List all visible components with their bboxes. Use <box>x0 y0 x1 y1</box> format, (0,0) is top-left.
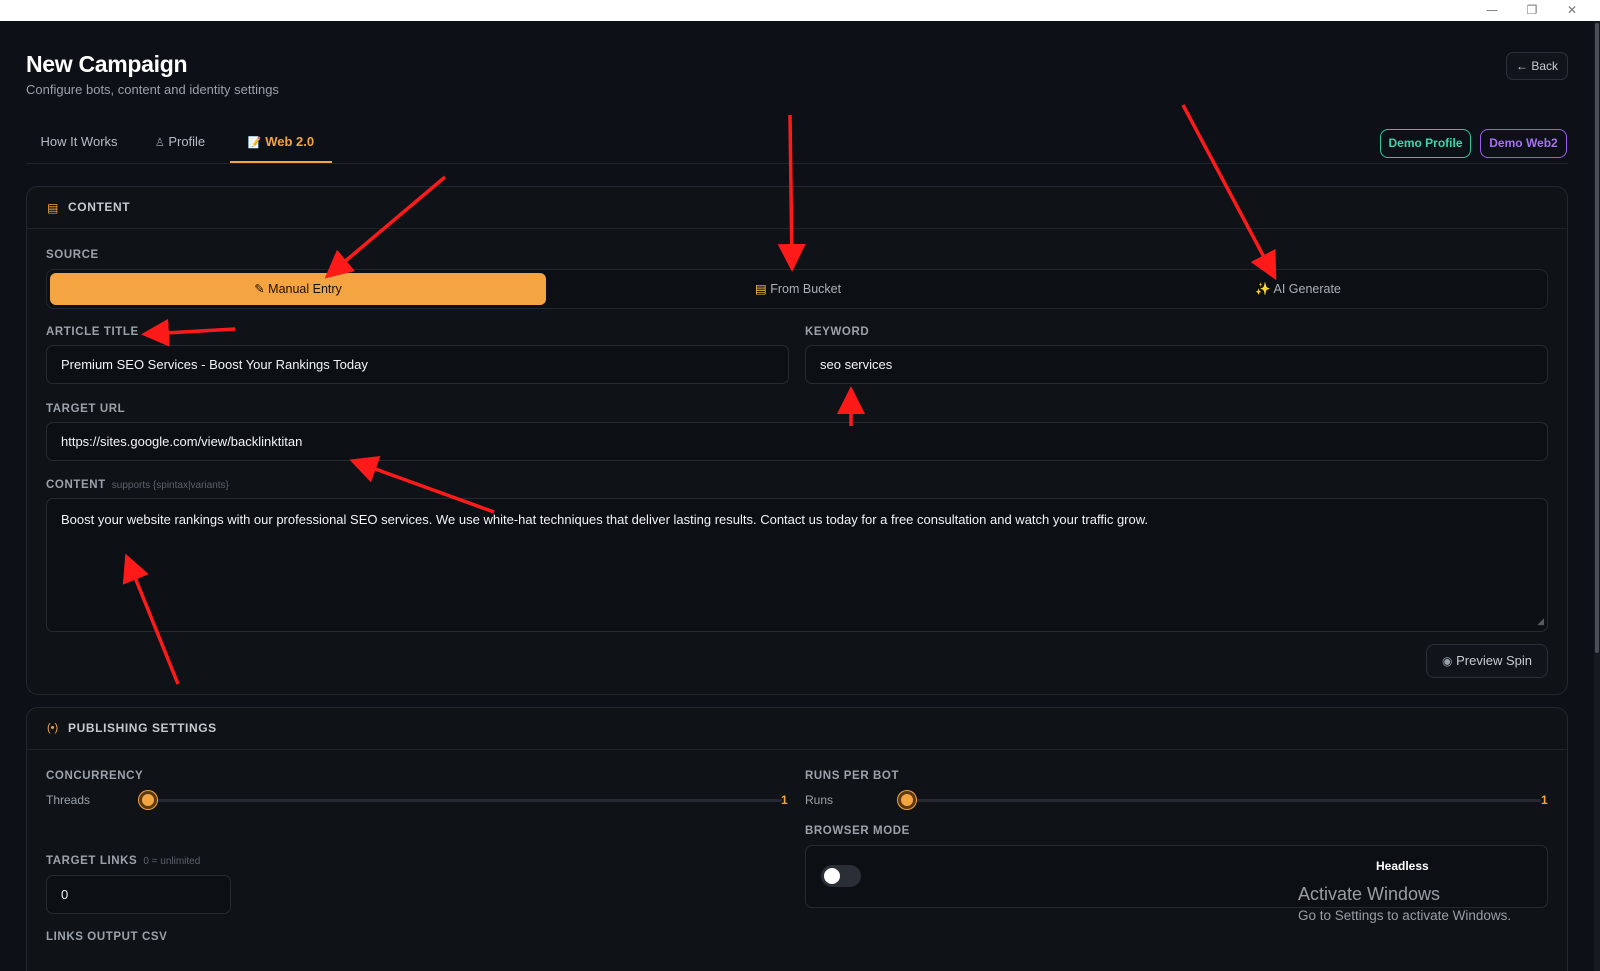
target-links-label: TARGET LINKS 0 = unlimited <box>46 855 200 867</box>
toggle-knob <box>824 868 840 884</box>
publishing-card: (•) PUBLISHING SETTINGS CONCURRENCY Thre… <box>26 707 1568 971</box>
tab-label: Web 2.0 <box>265 134 315 149</box>
scrollbar-thumb[interactable] <box>1595 23 1599 653</box>
sparkles-icon: ✨ <box>1255 282 1271 296</box>
runs-slider-thumb[interactable] <box>898 791 916 809</box>
threads-label: Threads <box>46 793 91 807</box>
browser-mode-label: BROWSER MODE <box>805 825 910 837</box>
runs-slider-track[interactable] <box>907 799 1541 802</box>
source-manual-entry[interactable]: ✎ Manual Entry <box>50 273 546 305</box>
document-icon: ▤ <box>47 201 59 215</box>
tab-label: How It Works <box>40 134 118 149</box>
minimize-button[interactable]: — <box>1472 0 1512 20</box>
headless-label: Headless <box>1376 859 1429 873</box>
tabs-divider <box>26 163 1568 164</box>
option-label: AI Generate <box>1273 282 1341 296</box>
target-url-input[interactable]: https://sites.google.com/view/backlinkti… <box>46 422 1548 461</box>
content-card-header: ▤ CONTENT <box>27 187 1567 229</box>
button-label: Preview Spin <box>1456 653 1532 668</box>
eye-icon: ◉ <box>1442 654 1453 668</box>
runs-label: Runs <box>805 793 834 807</box>
threads-value: 1 <box>781 793 788 807</box>
option-label: Manual Entry <box>268 282 342 296</box>
source-selector: ✎ Manual Entry ▤ From Bucket ✨ AI Genera… <box>46 269 1548 309</box>
user-icon: ♙ <box>154 137 165 149</box>
preview-spin-button[interactable]: ◉ Preview Spin <box>1426 644 1548 678</box>
target-url-label: TARGET URL <box>46 403 126 415</box>
source-from-bucket[interactable]: ▤ From Bucket <box>550 273 1046 305</box>
keyword-label: KEYWORD <box>805 326 870 338</box>
activate-windows-subtitle: Go to Settings to activate Windows. <box>1298 908 1512 923</box>
broadcast-icon: (•) <box>47 722 59 734</box>
content-textarea[interactable]: Boost your website rankings with our pro… <box>46 498 1548 632</box>
resize-handle[interactable]: ◢ <box>1537 613 1544 629</box>
target-links-label-text: TARGET LINKS <box>46 855 138 867</box>
tab-how-it-works[interactable]: How It Works <box>26 125 132 163</box>
tab-web2[interactable]: 📝 Web 2.0 <box>230 125 332 163</box>
spintax-hint: supports {spintax|variants} <box>111 480 229 491</box>
article-title-input[interactable]: Premium SEO Services - Boost Your Rankin… <box>46 345 789 384</box>
target-links-input[interactable]: 0 <box>46 875 231 914</box>
links-output-label: LINKS OUTPUT CSV <box>46 931 168 943</box>
headless-toggle[interactable] <box>821 865 861 887</box>
threads-slider-thumb[interactable] <box>139 791 157 809</box>
runs-value: 1 <box>1541 793 1548 807</box>
content-text: Boost your website rankings with our pro… <box>61 512 1149 527</box>
folder-icon: ▤ <box>754 282 767 296</box>
page-title: New Campaign <box>26 51 188 77</box>
content-card: ▤ CONTENT SOURCE ✎ Manual Entry ▤ From B… <box>26 186 1568 695</box>
target-links-hint: 0 = unlimited <box>143 856 201 867</box>
card-title: CONTENT <box>68 200 131 214</box>
tab-label: Profile <box>168 134 206 149</box>
content-label-text: CONTENT <box>46 479 106 491</box>
threads-slider-track[interactable] <box>148 799 782 802</box>
pencil-icon: ✎ <box>254 282 265 296</box>
source-ai-generate[interactable]: ✨ AI Generate <box>1050 273 1546 305</box>
demo-profile-button[interactable]: Demo Profile <box>1380 129 1471 158</box>
close-button[interactable]: ✕ <box>1552 0 1592 20</box>
back-button[interactable]: ← Back <box>1506 52 1568 80</box>
demo-web2-button[interactable]: Demo Web2 <box>1480 129 1567 158</box>
restore-button[interactable]: ❐ <box>1512 0 1552 20</box>
keyword-input[interactable]: seo services <box>805 345 1548 384</box>
activate-windows-title: Activate Windows <box>1298 884 1441 904</box>
scrollbar[interactable] <box>1594 21 1600 971</box>
concurrency-label: CONCURRENCY <box>46 770 144 782</box>
page-subtitle: Configure bots, content and identity set… <box>26 82 279 97</box>
window-titlebar: — ❐ ✕ <box>0 0 1600 21</box>
tab-profile[interactable]: ♙ Profile <box>140 125 220 163</box>
runs-per-bot-label: RUNS PER BOT <box>805 770 900 782</box>
source-label: SOURCE <box>46 249 99 261</box>
document-icon: 📝 <box>247 137 262 149</box>
publishing-card-header: (•) PUBLISHING SETTINGS <box>27 708 1567 750</box>
app-window: New Campaign Configure bots, content and… <box>0 21 1600 971</box>
card-title: PUBLISHING SETTINGS <box>68 721 217 735</box>
option-label: From Bucket <box>770 282 842 296</box>
article-title-label: ARTICLE TITLE <box>46 326 139 338</box>
content-label: CONTENT supports {spintax|variants} <box>46 479 229 491</box>
